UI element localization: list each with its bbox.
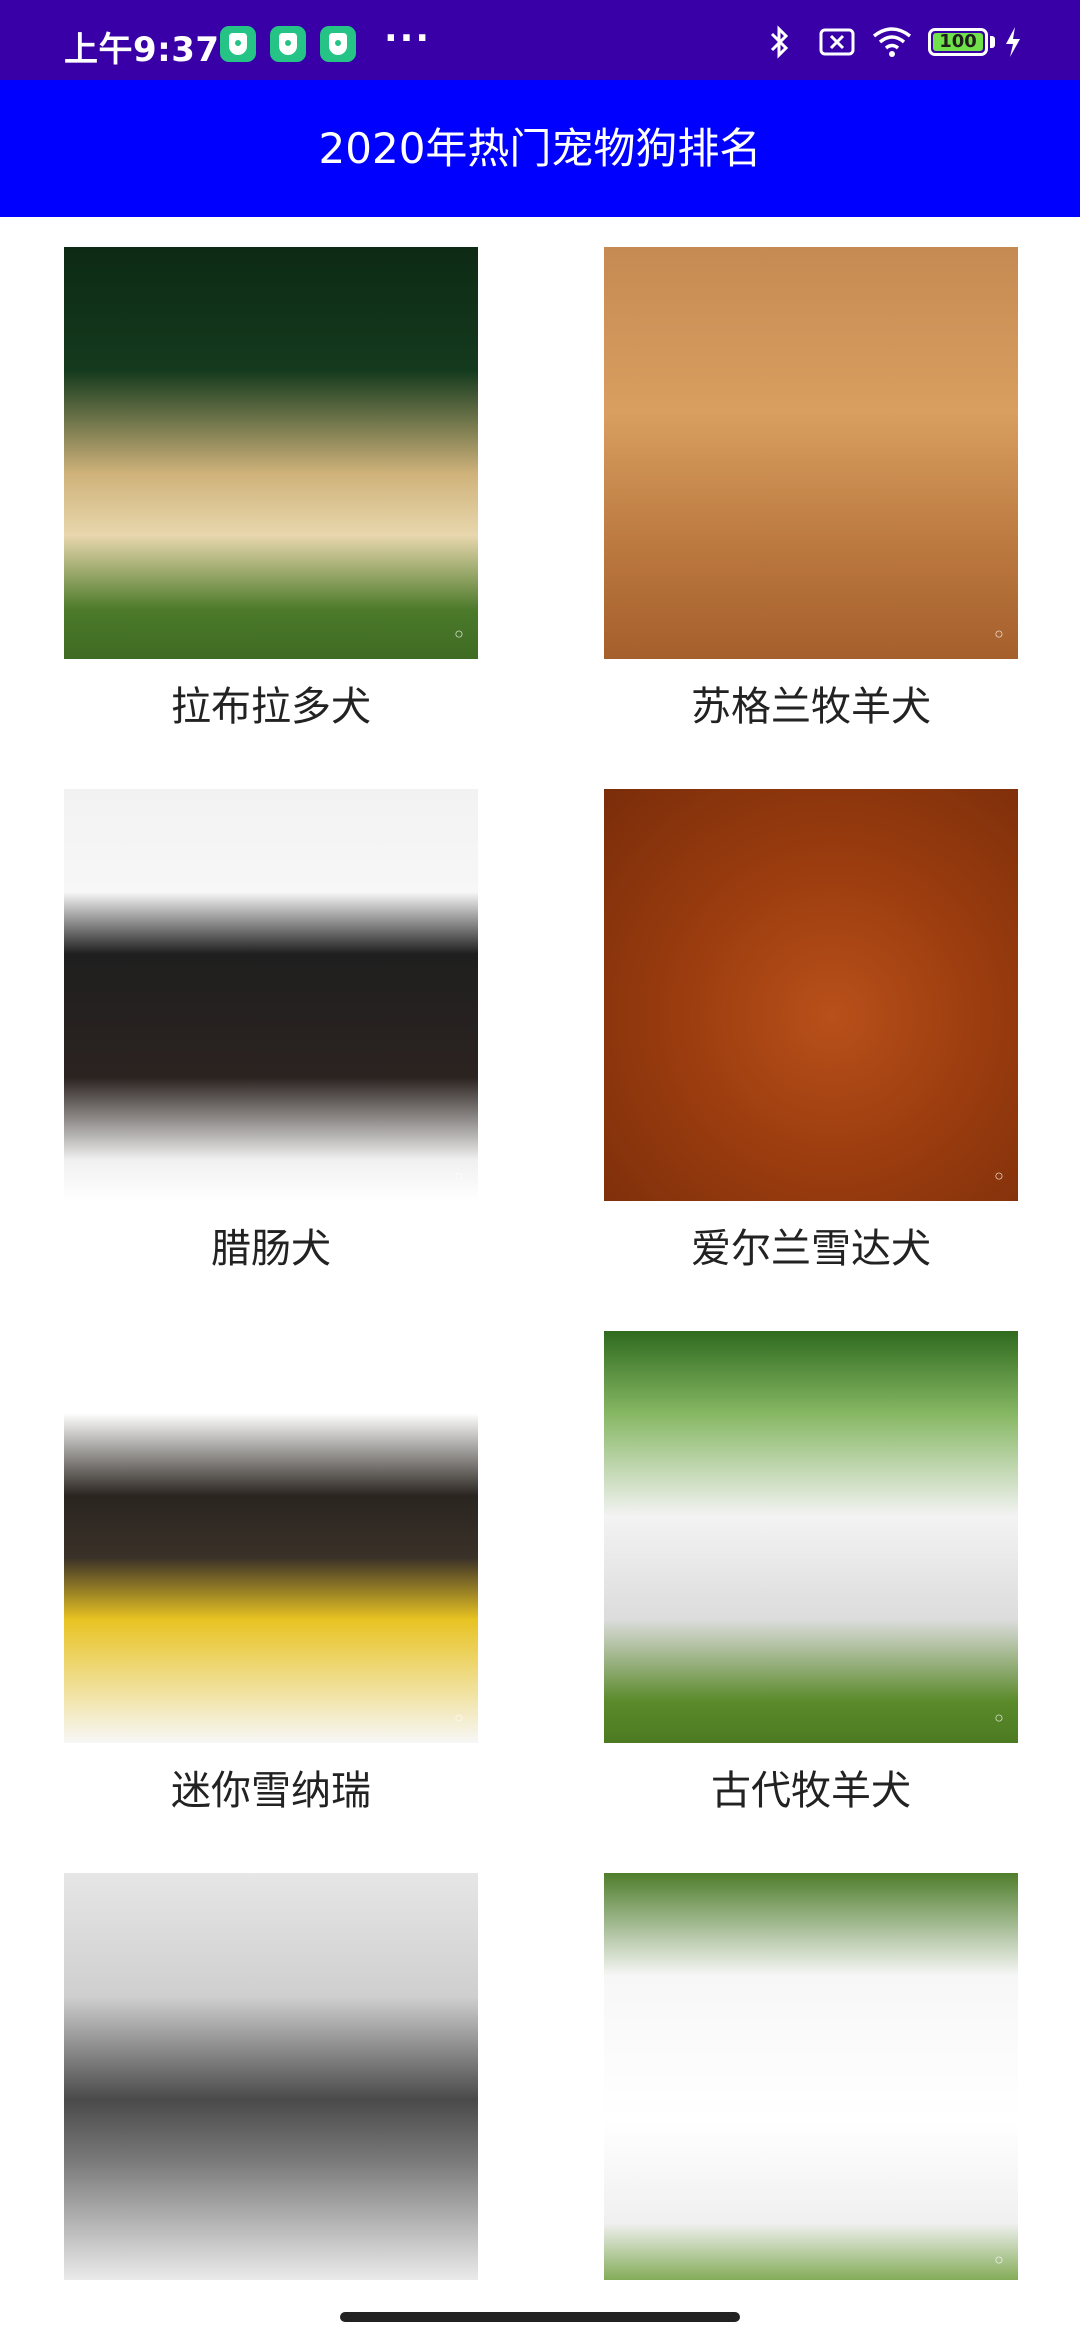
battery-level: 100 [939, 31, 977, 52]
watermark-icon: ◦ [991, 2247, 1006, 2275]
dog-photo: ◦ [64, 247, 478, 659]
dog-name: 苏格兰牧羊犬 [691, 684, 931, 730]
watermark-icon: ◦ [451, 621, 466, 649]
status-bar: 上午9:37 ··· 100 [0, 0, 1080, 80]
shield-app-icon [220, 26, 256, 62]
dog-name: 拉布拉多犬 [171, 684, 371, 730]
watermark-icon: ◦ [991, 1705, 1006, 1733]
dog-grid[interactable]: ◦ 拉布拉多犬 ◦ 苏格兰牧羊犬 ◦ 腊肠犬 ◦ 爱尔兰雪达犬 ◦ 迷你雪纳瑞 … [0, 218, 1080, 2280]
shield-app-icon [320, 26, 356, 62]
dog-photo: ◦ [64, 789, 478, 1201]
dog-photo [64, 1873, 478, 2280]
shield-app-icon [270, 26, 306, 62]
charging-bolt-icon [1002, 24, 1024, 64]
sim-x-icon [818, 24, 858, 64]
more-notifications-icon: ··· [384, 18, 432, 59]
dog-card-irish-setter[interactable]: ◦ 爱尔兰雪达犬 [604, 789, 1018, 1279]
dog-photo: ◦ [604, 247, 1018, 659]
page-title: 2020年热门宠物狗排名 [318, 124, 762, 173]
dog-card-collie[interactable]: ◦ 苏格兰牧羊犬 [604, 247, 1018, 737]
dog-photo: ◦ [604, 1873, 1018, 2280]
watermark-icon: ◦ [991, 1163, 1006, 1191]
watermark-icon: ◦ [991, 621, 1006, 649]
dog-photo: ◦ [604, 1331, 1018, 1743]
battery-icon: 100 [928, 28, 988, 56]
app-bar: 2020年热门宠物狗排名 [0, 80, 1080, 217]
status-time: 上午9:37 [64, 30, 220, 70]
dog-card-husky[interactable] [64, 1873, 478, 2280]
dog-photo: ◦ [604, 789, 1018, 1201]
dog-card-labrador[interactable]: ◦ 拉布拉多犬 [64, 247, 478, 737]
wifi-icon [870, 24, 914, 64]
dog-photo: ◦ [64, 1331, 478, 1743]
home-indicator[interactable] [340, 2312, 740, 2322]
watermark-icon: ◦ [451, 1163, 466, 1191]
dog-name: 腊肠犬 [211, 1226, 331, 1272]
dog-name: 迷你雪纳瑞 [171, 1768, 371, 1814]
dog-card-dachshund[interactable]: ◦ 腊肠犬 [64, 789, 478, 1279]
dog-card-old-english-sheepdog[interactable]: ◦ 古代牧羊犬 [604, 1331, 1018, 1821]
bluetooth-icon [768, 24, 792, 64]
watermark-icon: ◦ [451, 1705, 466, 1733]
dog-name: 爱尔兰雪达犬 [691, 1226, 931, 1272]
dog-card-bichon[interactable]: ◦ [604, 1873, 1018, 2280]
dog-card-miniature-schnauzer[interactable]: ◦ 迷你雪纳瑞 [64, 1331, 478, 1821]
dog-name: 古代牧羊犬 [711, 1768, 911, 1814]
